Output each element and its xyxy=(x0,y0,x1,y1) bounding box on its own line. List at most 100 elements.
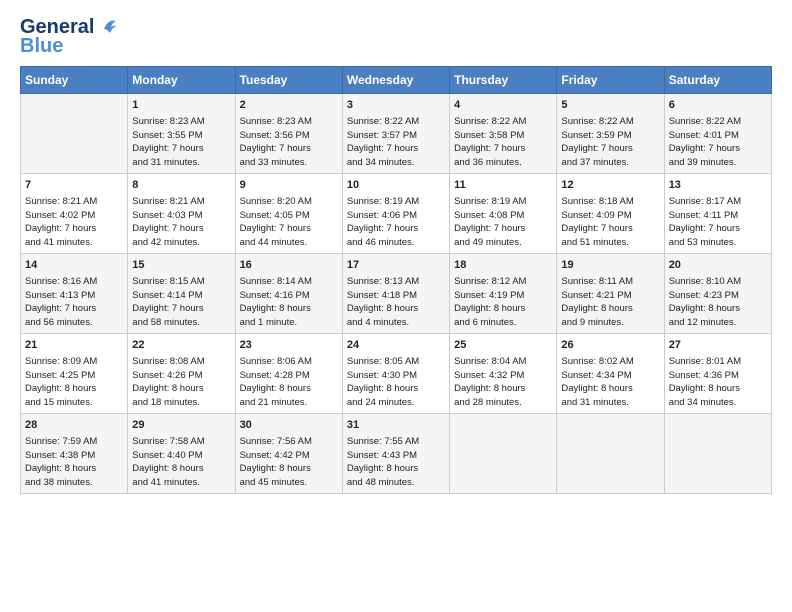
cell-info-line: and 51 minutes. xyxy=(561,236,659,250)
cell-info-line: Sunrise: 8:19 AM xyxy=(454,195,552,209)
cell-info-line: Sunrise: 8:09 AM xyxy=(25,355,123,369)
calendar-cell: 29Sunrise: 7:58 AMSunset: 4:40 PMDayligh… xyxy=(128,414,235,494)
calendar-cell: 3Sunrise: 8:22 AMSunset: 3:57 PMDaylight… xyxy=(342,94,449,174)
cell-info-line: and 9 minutes. xyxy=(561,316,659,330)
day-number: 20 xyxy=(669,258,767,274)
cell-info-line: and 15 minutes. xyxy=(25,396,123,410)
page-header: General Blue xyxy=(20,16,772,58)
cell-info-line: Sunrise: 8:16 AM xyxy=(25,275,123,289)
cell-info-line: Sunrise: 8:22 AM xyxy=(561,115,659,129)
day-number: 25 xyxy=(454,338,552,354)
day-number: 8 xyxy=(132,178,230,194)
cell-info-line: and 48 minutes. xyxy=(347,476,445,490)
calendar-header-row: SundayMondayTuesdayWednesdayThursdayFrid… xyxy=(21,67,772,94)
calendar-cell: 19Sunrise: 8:11 AMSunset: 4:21 PMDayligh… xyxy=(557,254,664,334)
cell-info-line: and 53 minutes. xyxy=(669,236,767,250)
day-number: 9 xyxy=(240,178,338,194)
calendar-cell xyxy=(664,414,771,494)
cell-info-line: Daylight: 8 hours xyxy=(669,302,767,316)
cell-info-line: Daylight: 8 hours xyxy=(454,382,552,396)
cell-info-line: Sunset: 4:36 PM xyxy=(669,369,767,383)
calendar-cell: 22Sunrise: 8:08 AMSunset: 4:26 PMDayligh… xyxy=(128,334,235,414)
day-number: 29 xyxy=(132,418,230,434)
cell-info-line: Daylight: 8 hours xyxy=(561,302,659,316)
cell-info-line: and 46 minutes. xyxy=(347,236,445,250)
calendar-table: SundayMondayTuesdayWednesdayThursdayFrid… xyxy=(20,66,772,494)
cell-info-line: Sunset: 4:32 PM xyxy=(454,369,552,383)
cell-info-line: and 42 minutes. xyxy=(132,236,230,250)
calendar-cell: 24Sunrise: 8:05 AMSunset: 4:30 PMDayligh… xyxy=(342,334,449,414)
cell-info-line: and 21 minutes. xyxy=(240,396,338,410)
cell-info-line: Sunrise: 8:21 AM xyxy=(132,195,230,209)
day-number: 7 xyxy=(25,178,123,194)
day-number: 6 xyxy=(669,98,767,114)
day-number: 19 xyxy=(561,258,659,274)
cell-info-line: Sunset: 4:43 PM xyxy=(347,449,445,463)
day-header-sunday: Sunday xyxy=(21,67,128,94)
cell-info-line: Sunset: 4:14 PM xyxy=(132,289,230,303)
cell-info-line: and 36 minutes. xyxy=(454,156,552,170)
cell-info-line: Daylight: 7 hours xyxy=(132,302,230,316)
day-header-saturday: Saturday xyxy=(664,67,771,94)
cell-info-line: Sunrise: 8:22 AM xyxy=(347,115,445,129)
cell-info-line: and 41 minutes. xyxy=(25,236,123,250)
cell-info-line: Sunset: 4:38 PM xyxy=(25,449,123,463)
calendar-cell: 17Sunrise: 8:13 AMSunset: 4:18 PMDayligh… xyxy=(342,254,449,334)
day-number: 2 xyxy=(240,98,338,114)
calendar-cell: 31Sunrise: 7:55 AMSunset: 4:43 PMDayligh… xyxy=(342,414,449,494)
cell-info-line: Sunrise: 8:04 AM xyxy=(454,355,552,369)
cell-info-line: and 41 minutes. xyxy=(132,476,230,490)
calendar-cell: 28Sunrise: 7:59 AMSunset: 4:38 PMDayligh… xyxy=(21,414,128,494)
calendar-week-1: 7Sunrise: 8:21 AMSunset: 4:02 PMDaylight… xyxy=(21,174,772,254)
cell-info-line: Daylight: 7 hours xyxy=(240,222,338,236)
cell-info-line: Daylight: 7 hours xyxy=(561,222,659,236)
cell-info-line: and 18 minutes. xyxy=(132,396,230,410)
cell-info-line: and 34 minutes. xyxy=(347,156,445,170)
day-number: 28 xyxy=(25,418,123,434)
cell-info-line: Daylight: 7 hours xyxy=(132,142,230,156)
cell-info-line: Sunset: 4:18 PM xyxy=(347,289,445,303)
cell-info-line: Daylight: 8 hours xyxy=(25,382,123,396)
cell-info-line: Daylight: 7 hours xyxy=(132,222,230,236)
cell-info-line: and 12 minutes. xyxy=(669,316,767,330)
calendar-cell: 20Sunrise: 8:10 AMSunset: 4:23 PMDayligh… xyxy=(664,254,771,334)
logo-text-blue: Blue xyxy=(20,35,63,58)
cell-info-line: and 1 minute. xyxy=(240,316,338,330)
calendar-cell: 8Sunrise: 8:21 AMSunset: 4:03 PMDaylight… xyxy=(128,174,235,254)
calendar-cell: 1Sunrise: 8:23 AMSunset: 3:55 PMDaylight… xyxy=(128,94,235,174)
cell-info-line: Sunrise: 8:05 AM xyxy=(347,355,445,369)
calendar-cell: 9Sunrise: 8:20 AMSunset: 4:05 PMDaylight… xyxy=(235,174,342,254)
calendar-cell xyxy=(21,94,128,174)
cell-info-line: Sunset: 4:34 PM xyxy=(561,369,659,383)
cell-info-line: and 34 minutes. xyxy=(669,396,767,410)
cell-info-line: Sunset: 4:30 PM xyxy=(347,369,445,383)
cell-info-line: Daylight: 7 hours xyxy=(347,222,445,236)
cell-info-line: Sunrise: 8:12 AM xyxy=(454,275,552,289)
cell-info-line: Sunset: 3:58 PM xyxy=(454,129,552,143)
cell-info-line: Sunrise: 8:02 AM xyxy=(561,355,659,369)
cell-info-line: Sunset: 4:42 PM xyxy=(240,449,338,463)
cell-info-line: Daylight: 7 hours xyxy=(454,222,552,236)
cell-info-line: Daylight: 8 hours xyxy=(347,382,445,396)
day-number: 10 xyxy=(347,178,445,194)
cell-info-line: Sunset: 4:01 PM xyxy=(669,129,767,143)
day-number: 27 xyxy=(669,338,767,354)
day-number: 5 xyxy=(561,98,659,114)
day-number: 3 xyxy=(347,98,445,114)
cell-info-line: Sunset: 4:23 PM xyxy=(669,289,767,303)
cell-info-line: Daylight: 8 hours xyxy=(669,382,767,396)
cell-info-line: Daylight: 7 hours xyxy=(240,142,338,156)
cell-info-line: Sunset: 4:09 PM xyxy=(561,209,659,223)
cell-info-line: and 45 minutes. xyxy=(240,476,338,490)
calendar-cell: 10Sunrise: 8:19 AMSunset: 4:06 PMDayligh… xyxy=(342,174,449,254)
day-number: 15 xyxy=(132,258,230,274)
cell-info-line: and 31 minutes. xyxy=(561,396,659,410)
cell-info-line: Daylight: 7 hours xyxy=(347,142,445,156)
cell-info-line: and 49 minutes. xyxy=(454,236,552,250)
cell-info-line: Daylight: 7 hours xyxy=(669,222,767,236)
cell-info-line: Sunset: 4:21 PM xyxy=(561,289,659,303)
calendar-week-2: 14Sunrise: 8:16 AMSunset: 4:13 PMDayligh… xyxy=(21,254,772,334)
cell-info-line: Sunrise: 8:11 AM xyxy=(561,275,659,289)
day-number: 22 xyxy=(132,338,230,354)
cell-info-line: Sunset: 4:40 PM xyxy=(132,449,230,463)
